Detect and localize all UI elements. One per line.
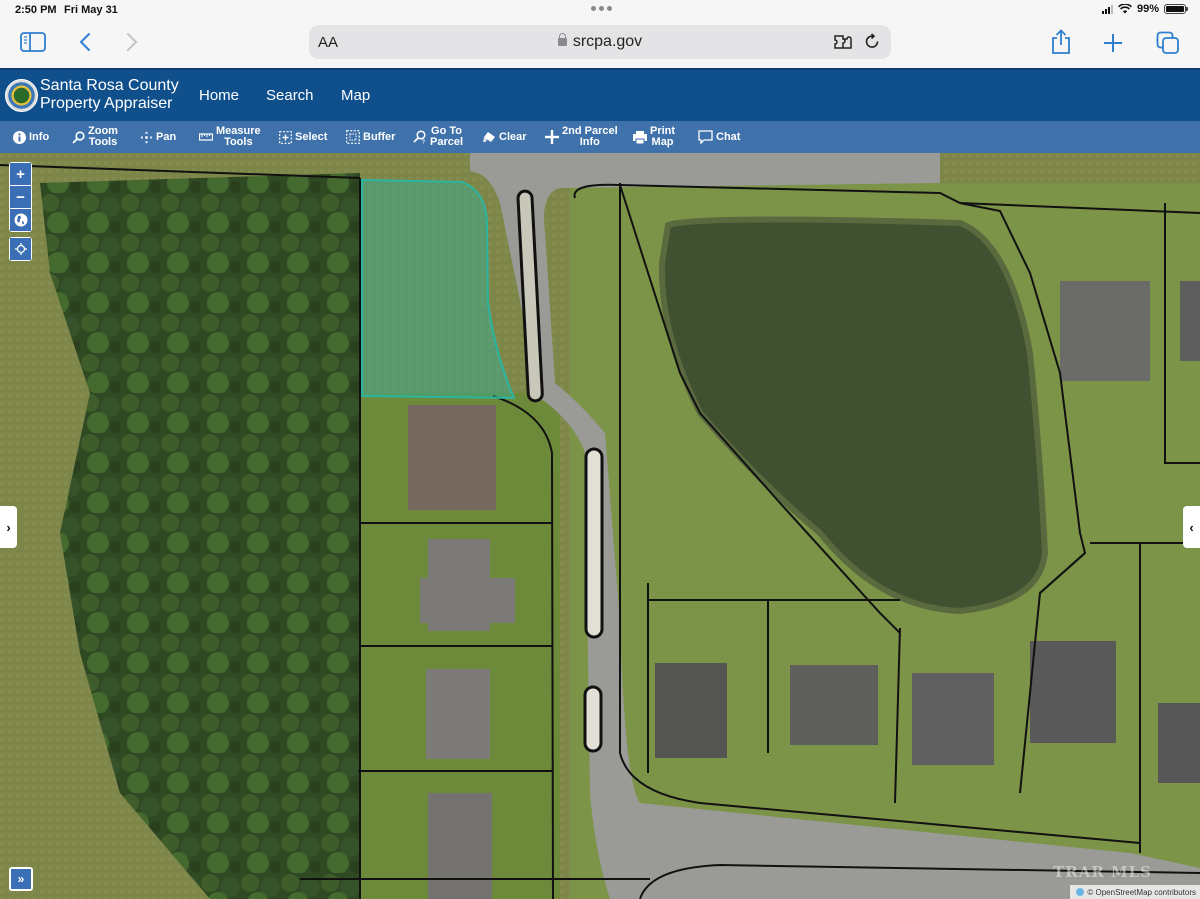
sidebar-icon[interactable] [19,31,47,53]
ruler-icon [199,133,213,141]
extension-icon[interactable] [832,32,854,52]
tool-info[interactable]: Info [13,121,49,153]
expand-button[interactable]: » [11,869,31,889]
buffer-icon [346,130,360,144]
aerial-imagery[interactable] [0,153,1200,899]
nav-map[interactable]: Map [341,87,370,104]
printer-icon [633,130,647,144]
mls-watermark: TRAR MLS [1053,863,1152,881]
info-icon [13,130,26,144]
brand-line-2: Property Appraiser [40,95,173,112]
address-bar[interactable]: AA srcpa.gov [309,25,891,59]
wifi-icon [1118,4,1132,14]
plus-icon [545,130,559,144]
battery-percent: 99% [1136,3,1159,15]
tool-zoom-tools[interactable]: Zoom Tools [72,121,118,153]
locate-button[interactable] [10,238,31,260]
browser-toolbar: AA srcpa.gov [0,22,1200,68]
back-icon[interactable] [76,31,94,53]
right-panel-toggle[interactable]: ‹ [1183,506,1200,548]
tool-select[interactable]: Select [279,121,327,153]
zoom-in-button[interactable]: + [10,163,31,185]
road-median [583,685,603,753]
tool-go-to-parcel[interactable]: ? Go To Parcel [413,121,463,153]
status-time: 2:50 PM [15,4,57,16]
county-seal-logo[interactable] [5,79,38,112]
locate-control [9,237,32,261]
reload-icon[interactable] [862,32,882,52]
tool-2nd-parcel-info[interactable]: 2nd Parcel Info [545,121,618,153]
multitasking-dots-icon[interactable] [591,6,612,11]
find-parcel-icon: ? [413,130,427,144]
battery-icon [1164,4,1188,14]
eraser-icon [482,131,496,143]
attribution-text[interactable]: © OpenStreetMap contributors [1087,888,1196,897]
map-attribution: © OpenStreetMap contributors [1070,885,1200,899]
app-header: Santa Rosa County Property Appraiser Hom… [0,68,1200,121]
url-text: srcpa.gov [572,33,643,50]
select-box-icon [279,130,292,144]
tool-clear[interactable]: Clear [482,121,527,153]
lock-icon [557,33,567,46]
url-display[interactable]: srcpa.gov [309,33,891,51]
nav-home[interactable]: Home [199,87,239,104]
share-icon[interactable] [1048,28,1074,56]
osm-logo-icon [1076,888,1085,896]
tool-chat[interactable]: Chat [698,121,740,153]
zoom-out-button[interactable]: − [10,186,31,208]
chat-icon [698,130,713,144]
tool-print-map[interactable]: Print Map [633,121,675,153]
tool-buffer[interactable]: Buffer [346,121,395,153]
pan-icon [140,131,153,144]
expand-panel-control: » [9,867,33,891]
tool-measure-tools[interactable]: Measure Tools [199,121,261,153]
nav-search[interactable]: Search [266,87,314,104]
crosshair-icon [14,243,27,255]
status-bar: 2:50 PM Fri May 31 99% [0,0,1200,22]
zoom-controls: + − [9,162,32,232]
tool-pan[interactable]: Pan [140,121,176,153]
parcel-map[interactable]: + − › ‹ » TRAR MLS © OpenStreetMap contr… [0,153,1200,899]
status-date: Fri May 31 [64,4,118,16]
full-extent-button[interactable] [10,209,31,231]
magnifier-icon [72,130,85,144]
tabs-icon[interactable] [1155,30,1181,56]
road-median [584,447,604,639]
forward-icon[interactable] [123,31,141,53]
new-tab-icon[interactable] [1101,31,1125,55]
svg-text:?: ? [422,140,425,145]
left-panel-toggle[interactable]: › [0,506,17,548]
globe-icon [14,213,27,227]
brand-line-1: Santa Rosa County [40,77,179,94]
map-toolbar: Info Zoom Tools Pan Measure Tools Select B… [0,121,1200,153]
site-brand[interactable]: Santa Rosa County Property Appraiser [40,77,179,113]
cellular-signal-icon [1101,4,1113,14]
